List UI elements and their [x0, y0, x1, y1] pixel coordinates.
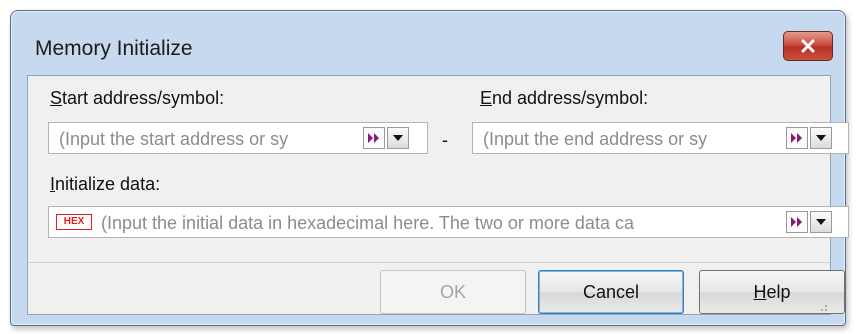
close-button[interactable]	[783, 31, 833, 61]
button-area-divider	[28, 262, 830, 263]
range-separator: -	[442, 130, 448, 150]
symbol-arrow-icon	[791, 217, 802, 227]
dialog-title: Memory Initialize	[35, 37, 193, 60]
end-address-label: End address/symbol:	[480, 88, 649, 108]
resize-grip-icon[interactable]	[816, 300, 828, 312]
data-symbol-button[interactable]	[786, 211, 808, 233]
symbol-arrow-icon	[791, 133, 802, 143]
initialize-data-combobox[interactable]: HEX (Input the initial data in hexadecim…	[48, 206, 849, 238]
hex-icon: HEX	[56, 214, 92, 230]
symbol-arrow-icon	[368, 133, 379, 143]
title-bar[interactable]: Memory Initialize	[11, 11, 845, 75]
close-x-icon	[801, 39, 815, 53]
chevron-down-icon	[393, 135, 403, 141]
ok-button[interactable]: OK	[380, 270, 526, 314]
chevron-down-icon	[816, 135, 826, 141]
initialize-data-label: Initialize data:	[50, 174, 161, 194]
start-symbol-button[interactable]	[363, 127, 385, 149]
end-dropdown-button[interactable]	[810, 127, 832, 149]
start-dropdown-button[interactable]	[387, 127, 409, 149]
end-symbol-button[interactable]	[786, 127, 808, 149]
memory-initialize-dialog: Memory Initialize Start address/symbol: …	[10, 10, 849, 326]
initialize-data-input[interactable]: (Input the initial data in hexadecimal h…	[101, 213, 781, 234]
start-address-combobox[interactable]: (Input the start address or sy	[48, 122, 428, 154]
end-address-combobox[interactable]: (Input the end address or sy	[472, 122, 849, 154]
start-address-label: Start address/symbol:	[50, 88, 225, 108]
dialog-client-area: Start address/symbol: (Input the start a…	[27, 75, 849, 315]
end-address-input[interactable]: (Input the end address or sy	[483, 129, 773, 150]
start-address-input[interactable]: (Input the start address or sy	[59, 129, 359, 150]
data-dropdown-button[interactable]	[810, 211, 832, 233]
chevron-down-icon	[816, 219, 826, 225]
cancel-button[interactable]: Cancel	[538, 270, 684, 314]
